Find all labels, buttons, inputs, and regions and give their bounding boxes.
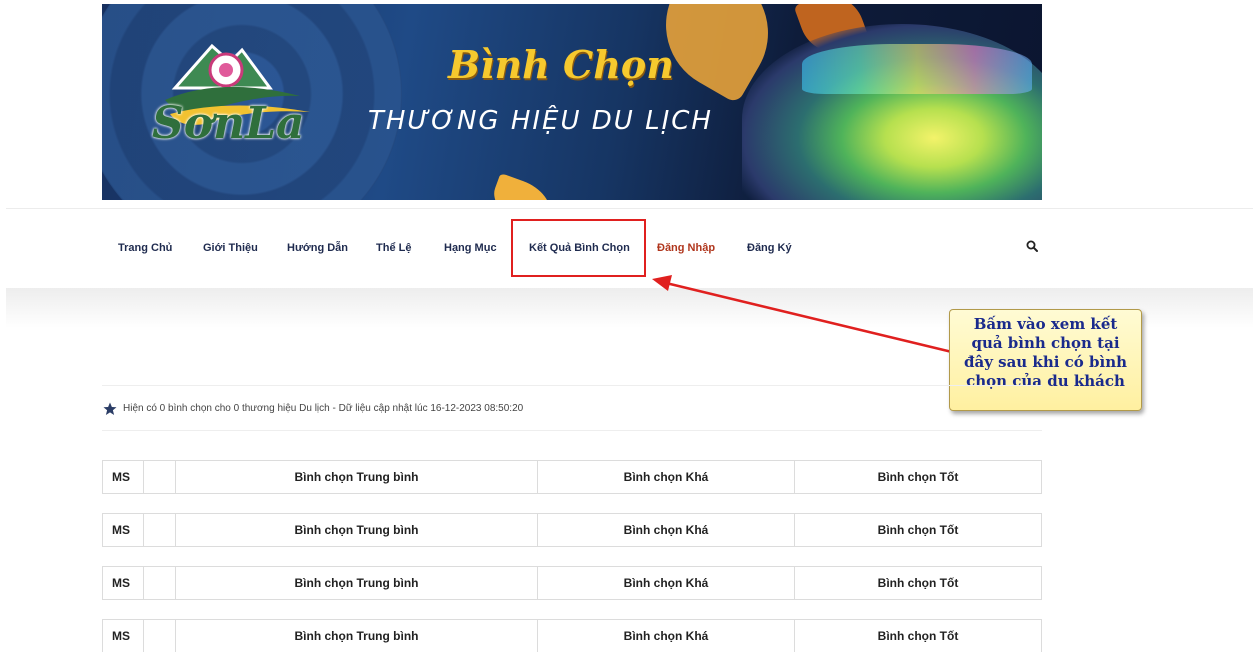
empty-cell	[144, 514, 176, 546]
vote-average-header: Bình chọn Trung bình	[176, 514, 538, 546]
vote-excellent-header: Bình chọn Tốt	[877, 629, 959, 643]
empty-cell	[144, 620, 176, 652]
divider	[102, 430, 1042, 431]
vote-status-text: Hiện có 0 bình chọn cho 0 thương hiệu Du…	[123, 403, 524, 414]
empty-cell	[144, 567, 176, 599]
callout-line: chọn của du khách	[966, 372, 1125, 390]
vote-result-table: MS Bình chọn Trung bình Bình chọn Khá Bì…	[102, 513, 1042, 547]
callout-line: quả bình chọn tại	[971, 334, 1120, 352]
nav-item-dang-nhap[interactable]: Đăng Nhập	[657, 242, 715, 254]
vote-good-header: Bình chọn Khá	[538, 514, 795, 546]
vote-excellent-header: Bình chọn Tốt	[877, 470, 959, 484]
instruction-callout: Bấm vào xem kết quả bình chọn tại đây sa…	[949, 309, 1142, 411]
vote-result-table: MS Bình chọn Trung bình Bình chọn Khá Bì…	[102, 619, 1042, 652]
festival-stage-screens	[802, 44, 1032, 94]
nav-item-gioi-thieu[interactable]: Giới Thiệu	[203, 242, 258, 254]
callout-line: Bấm vào xem kết	[973, 315, 1118, 333]
banner-subtitle: THƯƠNG HIỆU DU LỊCH	[368, 106, 713, 136]
search-icon[interactable]	[1026, 240, 1038, 252]
vote-average-header: Bình chọn Trung bình	[176, 567, 538, 599]
ms-header: MS	[103, 567, 144, 599]
vote-good-header: Bình chọn Khá	[538, 567, 795, 599]
vote-result-table: MS Bình chọn Trung bình Bình chọn Khá Bì…	[102, 566, 1042, 600]
ms-header: MS	[103, 461, 144, 493]
ms-header: MS	[103, 514, 144, 546]
vote-average-header: Bình chọn Trung bình	[176, 620, 538, 652]
callout-line: đây sau khi có bình	[963, 353, 1127, 371]
vote-good-header: Bình chọn Khá	[538, 461, 795, 493]
nav-item-hang-muc[interactable]: Hạng Mục	[444, 242, 497, 254]
banner-title: Bình Chọn	[448, 42, 674, 87]
son-la-logo-text: SơnLa	[152, 98, 305, 149]
vote-excellent-header: Bình chọn Tốt	[877, 523, 959, 537]
nav-divider	[6, 208, 1253, 209]
vote-result-table: MS Bình chọn Trung bình Bình chọn Khá Bì…	[102, 460, 1042, 494]
star-icon	[103, 402, 117, 415]
vote-average-header: Bình chọn Trung bình	[176, 461, 538, 493]
vote-excellent-header: Bình chọn Tốt	[877, 576, 959, 590]
nav-item-the-le[interactable]: Thể Lệ	[376, 242, 411, 254]
vote-good-header: Bình chọn Khá	[538, 620, 795, 652]
maple-leaf-decoration	[486, 172, 558, 200]
divider	[102, 385, 1042, 386]
ms-header: MS	[103, 620, 144, 652]
highlight-box	[511, 219, 646, 277]
nav-item-trang-chu[interactable]: Trang Chủ	[118, 242, 172, 254]
nav-item-dang-ky[interactable]: Đăng Ký	[747, 242, 792, 254]
empty-cell	[144, 461, 176, 493]
nav-item-huong-dan[interactable]: Hướng Dẫn	[287, 242, 348, 254]
